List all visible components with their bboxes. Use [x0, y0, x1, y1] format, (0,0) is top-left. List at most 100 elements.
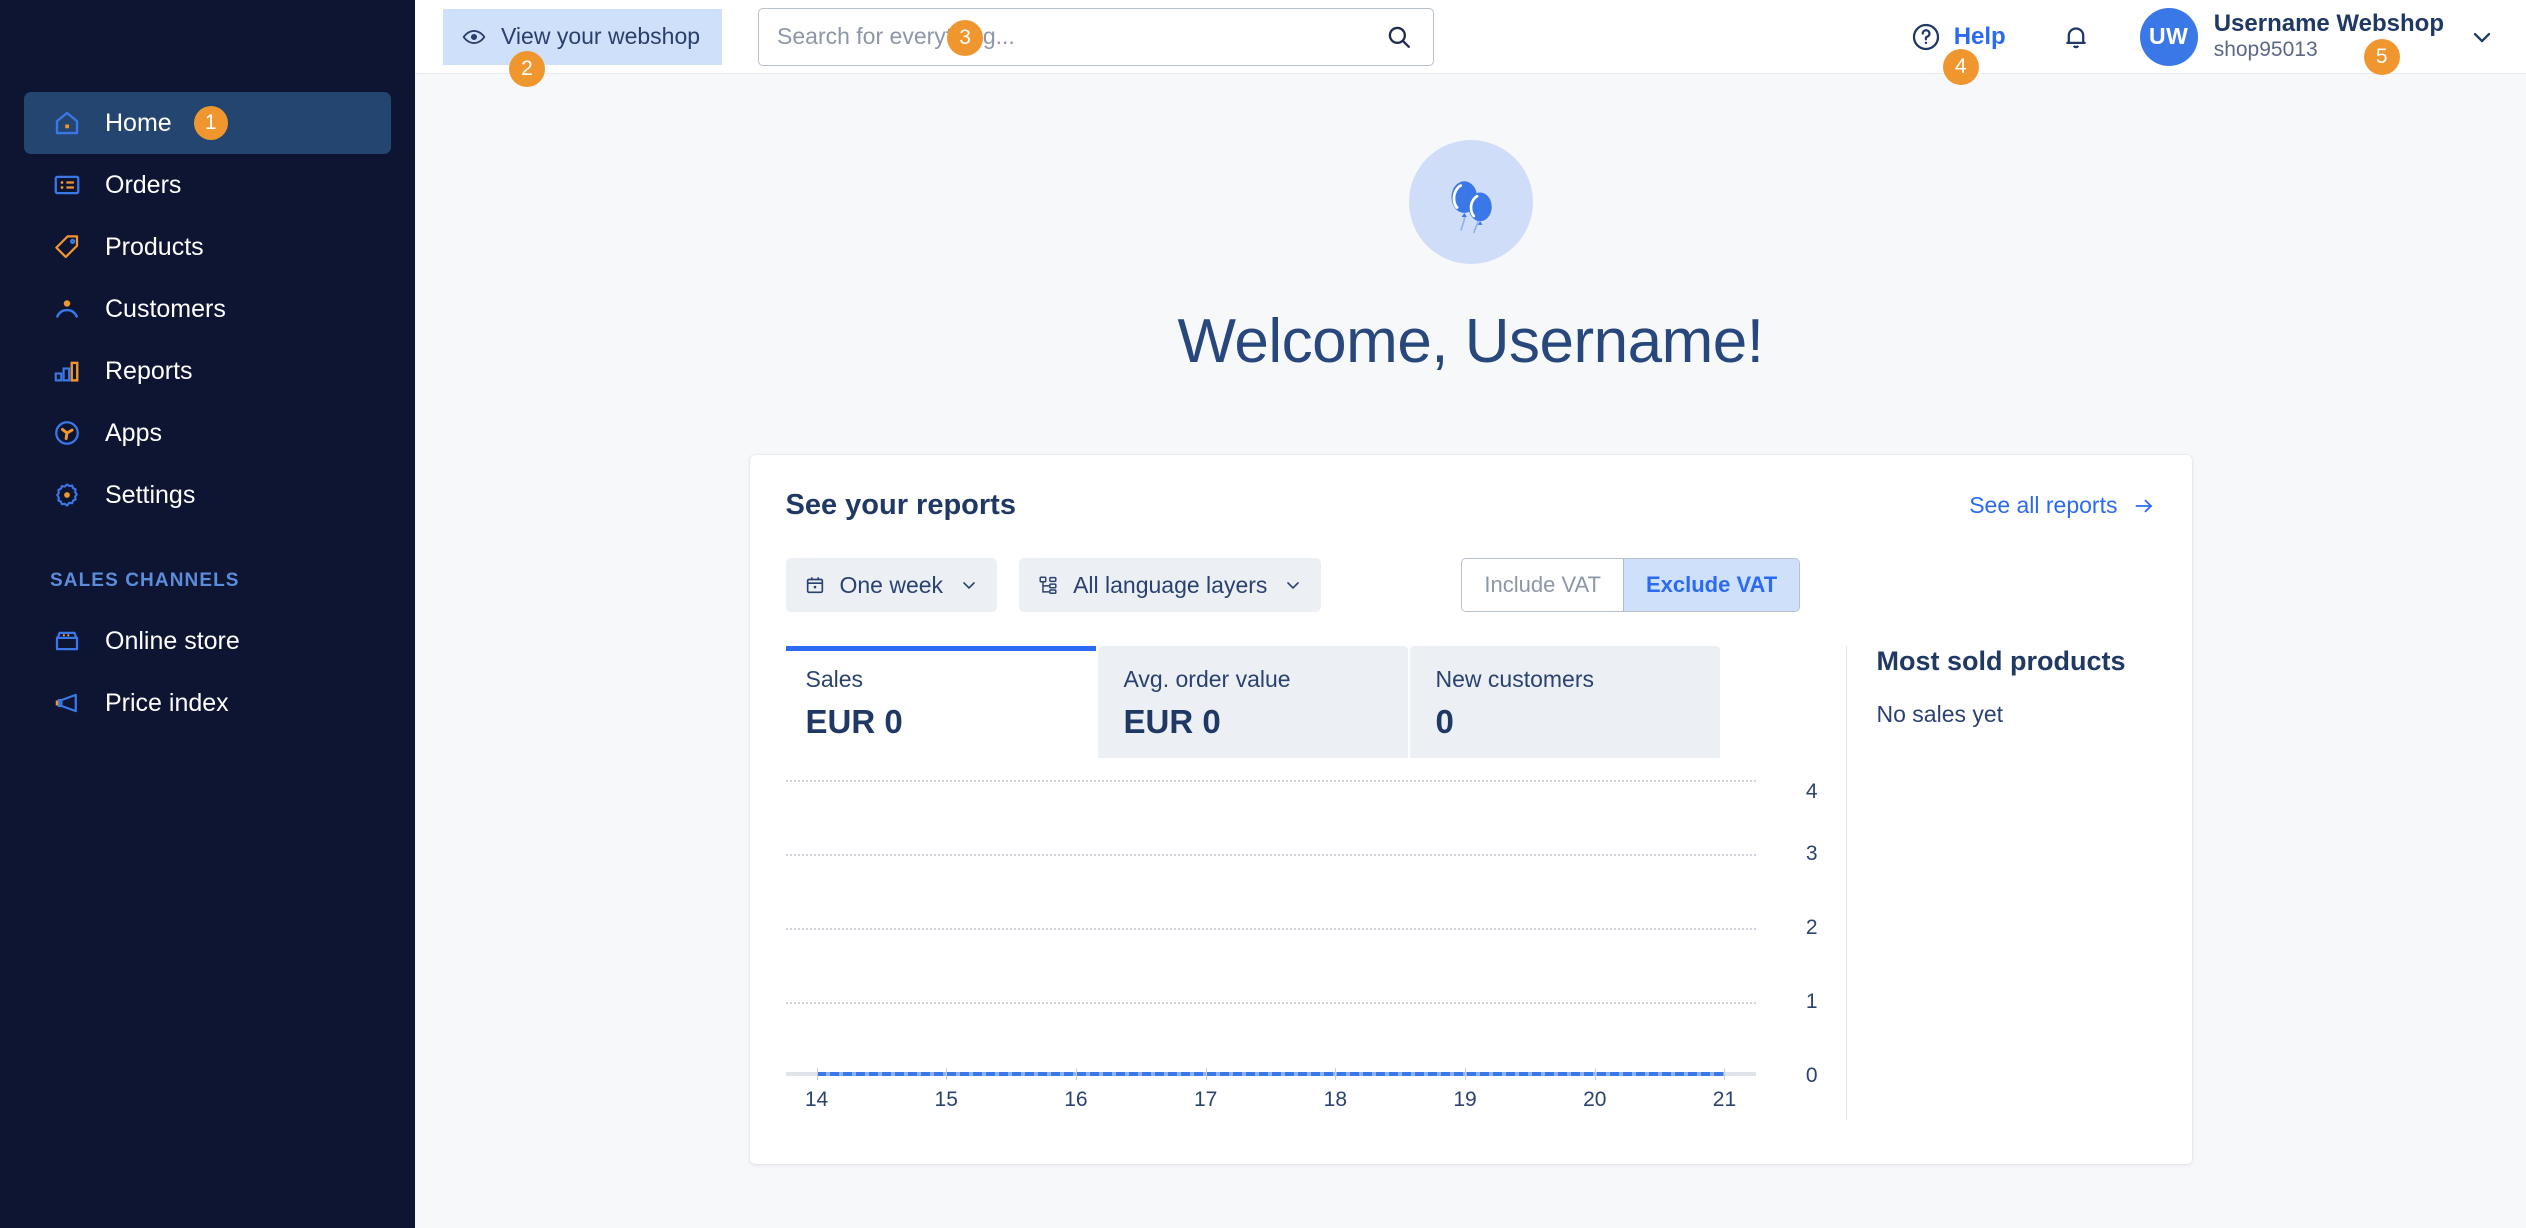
chart-x-tick-mark [1465, 1068, 1467, 1080]
chart-x-tick-mark [1335, 1068, 1337, 1080]
sidebar-badge-home: 1 [193, 106, 228, 140]
metric-tab-sales[interactable]: Sales EUR 0 [785, 646, 1096, 758]
sidebar-item-customers[interactable]: Customers [24, 278, 391, 340]
sidebar-item-price-index[interactable]: Price index [24, 672, 391, 734]
sidebar-item-label: Home [105, 108, 172, 137]
see-all-reports-label: See all reports [1969, 492, 2118, 518]
chart-x-tick-label: 14 [804, 1088, 829, 1111]
period-filter-label: One week [839, 571, 944, 598]
chevron-down-icon [959, 575, 979, 595]
most-sold-products-empty: No sales yet [1876, 701, 2004, 727]
help-label: Help [1953, 22, 2006, 50]
search-input[interactable] [777, 23, 1378, 50]
vat-toggle: Include VAT Exclude VAT [1461, 558, 1801, 612]
hotspot-badge-4: 4 [1942, 48, 1979, 85]
layers-icon [1037, 574, 1059, 596]
reports-bar-icon [50, 354, 84, 388]
search-icon[interactable] [1385, 23, 1413, 51]
orders-icon [50, 168, 84, 202]
chart-y-tick-label: 1 [1805, 990, 1818, 1013]
chart-x-axis: 14 15 16 17 18 19 20 21 [786, 1068, 1756, 1120]
notifications-bell-icon[interactable] [2060, 21, 2092, 53]
language-filter-dropdown[interactable]: All language layers [1019, 558, 1322, 612]
view-webshop-button[interactable]: View your webshop 2 [443, 8, 723, 87]
sidebar-item-settings[interactable]: Settings [24, 464, 391, 526]
hotspot-badge-3: 3 [947, 19, 984, 56]
products-tag-icon [50, 230, 84, 264]
sidebar-item-label: Products [105, 232, 204, 261]
see-all-reports-link[interactable]: See all reports [1969, 492, 2155, 519]
chart-gridline [785, 928, 1756, 930]
chart-x-tick-mark [1205, 1068, 1207, 1080]
chart-plot-area: 0 1 2 3 4 [785, 780, 1818, 1087]
page-content: Welcome, Username! See your reports See … [415, 74, 2526, 1228]
balloons-icon [1408, 140, 1533, 264]
chart-x-tick-label: 21 [1712, 1088, 1737, 1111]
metric-tab-new-customers[interactable]: New customers 0 [1409, 646, 1720, 758]
sales-chart: 0 1 2 3 4 14 15 16 17 18 19 20 21 [785, 780, 1846, 1120]
chart-gridline [785, 780, 1756, 782]
chart-x-tick-label: 20 [1583, 1088, 1607, 1111]
chart-x-tick-mark [1075, 1068, 1077, 1080]
metric-value: 0 [1435, 703, 1454, 740]
metric-label: Avg. order value [1123, 666, 1291, 692]
chart-x-tick-label: 19 [1453, 1088, 1477, 1111]
arrow-right-icon [2132, 494, 2156, 518]
chart-x-tick-mark [816, 1068, 818, 1080]
chart-x-tick-label: 18 [1323, 1088, 1348, 1111]
apps-icon [50, 416, 84, 450]
metric-label: Sales [805, 666, 864, 692]
customers-icon [50, 292, 84, 326]
welcome-hero: Welcome, Username! [415, 74, 2526, 377]
home-icon [50, 106, 84, 140]
search-box[interactable]: 3 [758, 7, 1435, 66]
metric-tab-avg-order-value[interactable]: Avg. order value EUR 0 [1097, 646, 1408, 758]
metric-value: EUR 0 [1123, 703, 1221, 740]
chevron-down-icon[interactable] [2468, 23, 2496, 51]
chart-y-tick-label: 3 [1805, 842, 1818, 865]
sidebar-item-label: Orders [105, 170, 182, 199]
sidebar-item-label: Apps [105, 418, 162, 447]
report-filters: One week All language layers Include VAT… [785, 558, 2156, 612]
avatar[interactable]: UW [2139, 7, 2198, 66]
sidebar-item-label: Settings [105, 480, 196, 509]
chevron-down-icon [1283, 575, 1303, 595]
sidebar-item-reports[interactable]: Reports [24, 340, 391, 402]
sidebar-item-label: Customers [105, 294, 226, 323]
view-webshop-label: View your webshop [501, 23, 701, 49]
sidebar-section-sales-channels: SALES CHANNELS [50, 570, 240, 591]
user-name: Username Webshop [2213, 9, 2444, 37]
chart-x-tick-label: 17 [1193, 1088, 1218, 1111]
reports-title: See your reports [785, 489, 1016, 521]
include-vat-button[interactable]: Include VAT [1462, 559, 1623, 611]
hotspot-badge-2: 2 [509, 50, 545, 87]
sidebar-item-label: Reports [105, 356, 193, 385]
calendar-icon [804, 574, 826, 596]
sidebar-item-home[interactable]: Home 1 [24, 92, 391, 154]
report-body: Sales EUR 0 Avg. order value EUR 0 New c… [785, 646, 2156, 1120]
page-title: Welcome, Username! [1177, 307, 1764, 376]
user-shop-id: shop95013 [2213, 38, 2318, 62]
help-button[interactable]: Help 4 [1910, 21, 2006, 85]
language-filter-label: All language layers [1073, 571, 1268, 598]
sidebar-item-orders[interactable]: Orders [24, 154, 391, 216]
sidebar-item-products[interactable]: Products [24, 216, 391, 278]
sidebar-item-label: Price index [105, 688, 229, 717]
gear-icon [50, 478, 84, 512]
period-filter-dropdown[interactable]: One week [785, 558, 998, 612]
most-sold-products-panel: Most sold products No sales yet [1845, 646, 2156, 1120]
sidebar-item-online-store[interactable]: Online store [24, 610, 391, 672]
exclude-vat-button[interactable]: Exclude VAT [1622, 559, 1800, 611]
chart-y-tick-label: 4 [1805, 779, 1818, 803]
topbar: View your webshop 2 3 [415, 0, 2526, 87]
sidebar-item-apps[interactable]: Apps [24, 402, 391, 464]
chart-series-line [816, 1072, 1725, 1076]
chart-x-tick-mark [1724, 1068, 1726, 1080]
chart-y-tick-label: 0 [1805, 1064, 1818, 1087]
sidebar-item-label: Online store [105, 626, 240, 655]
user-menu[interactable]: Username Webshop shop95013 5 [2213, 9, 2444, 75]
sidebar: Home 1 Orders Products Customers Reports… [0, 0, 415, 1228]
hotspot-badge-5: 5 [2363, 38, 2400, 75]
app-root: Home 1 Orders Products Customers Reports… [0, 0, 2526, 1228]
metric-value: EUR 0 [805, 703, 903, 740]
